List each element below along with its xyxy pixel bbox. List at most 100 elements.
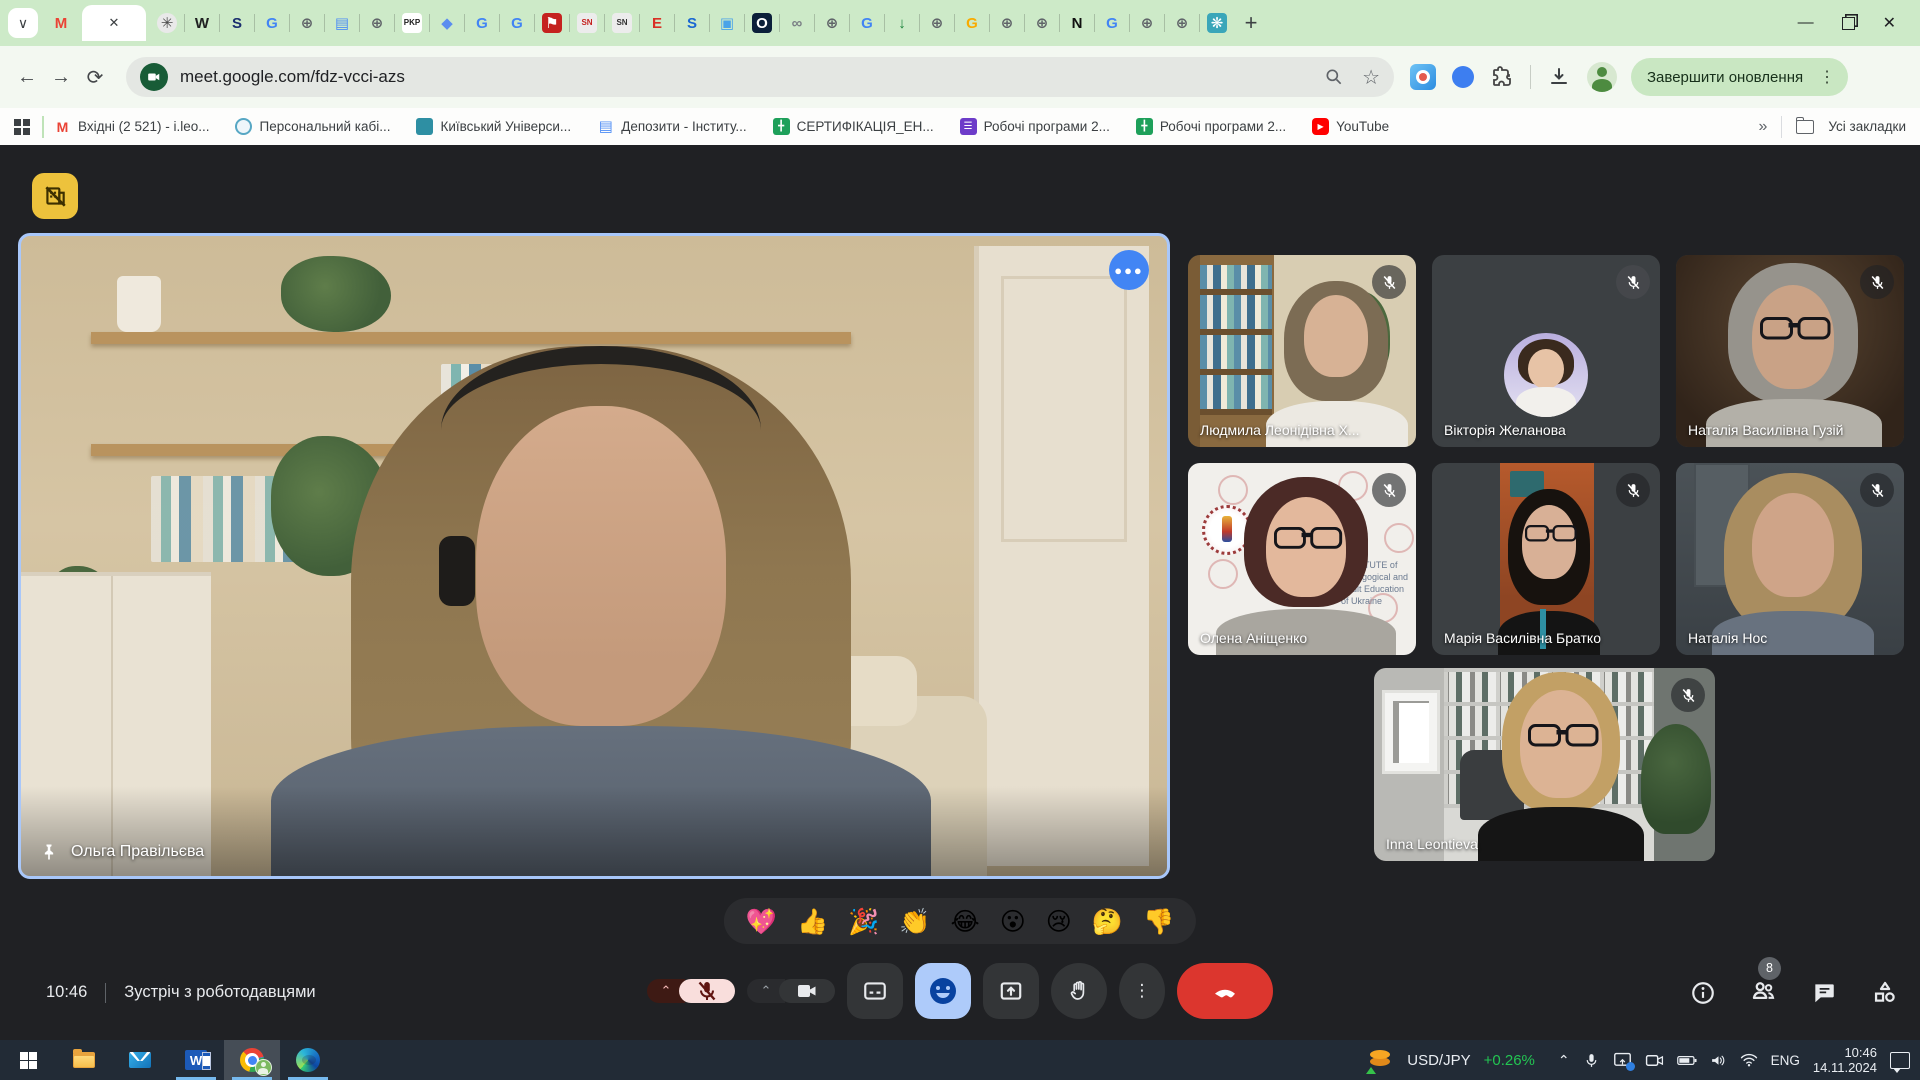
bookmark-item[interactable]: ☰Робочі програми 2...	[960, 118, 1110, 135]
bookmark-item[interactable]: Персональний кабі...	[235, 118, 390, 135]
ticker-pair[interactable]: USD/JPY	[1407, 1052, 1470, 1069]
pinned-tab-flower-teal[interactable]: ❋	[1200, 8, 1234, 38]
back-button[interactable]: ←	[10, 60, 44, 94]
new-tab-button[interactable]: +	[1234, 8, 1268, 38]
pinned-tab-sn-red[interactable]: SN	[570, 8, 604, 38]
bookmark-item[interactable]: MВхідні (2 521) - i.leo...	[54, 118, 209, 135]
action-center-icon[interactable]	[1890, 1052, 1910, 1069]
pinned-tab-site-globe[interactable]: ⊕	[815, 8, 849, 38]
pinned-tab-google[interactable]: G	[850, 8, 884, 38]
pinned-tab-elsevier[interactable]: E	[640, 8, 674, 38]
tab-search-button[interactable]: ∨	[8, 8, 38, 38]
pinned-tab-n-black[interactable]: N	[1060, 8, 1094, 38]
extensions-puzzle-icon[interactable]	[1490, 65, 1514, 89]
participant-tile[interactable]: Наталія Нос	[1676, 463, 1904, 655]
screen-recorder-extension-icon[interactable]	[1410, 64, 1436, 90]
pinned-tab-sn-dark[interactable]: SN	[605, 8, 639, 38]
activities-icon[interactable]	[1871, 979, 1898, 1006]
reaction-emoji-button[interactable]: 😢	[1046, 909, 1072, 934]
pinned-tab-site-globe[interactable]: ⊕	[360, 8, 394, 38]
pinned-tab-docs[interactable]: ▤	[325, 8, 359, 38]
reaction-emoji-button[interactable]: 👎	[1143, 909, 1174, 934]
info-icon[interactable]	[1690, 980, 1716, 1006]
browser-menu-icon[interactable]: ⋮	[1813, 67, 1842, 87]
reaction-emoji-button[interactable]: 🤔	[1092, 909, 1123, 934]
reaction-emoji-button[interactable]: 🎉	[848, 909, 879, 934]
pinned-tab-site-globe[interactable]: ⊕	[1165, 8, 1199, 38]
zoom-icon[interactable]	[1324, 67, 1344, 87]
pinned-tab-scopus[interactable]: S	[220, 8, 254, 38]
participant-tile[interactable]: Inna Leontieva	[1374, 668, 1715, 861]
end-call-button[interactable]	[1177, 963, 1273, 1019]
tray-mic-icon[interactable]	[1583, 1052, 1600, 1069]
more-options-button[interactable]: ⋮	[1119, 963, 1165, 1019]
pinned-tab-google[interactable]: G	[255, 8, 289, 38]
chat-icon[interactable]	[1811, 980, 1837, 1006]
pinned-tab-site-globe[interactable]: ⊕	[990, 8, 1024, 38]
pinned-tab-site-globe[interactable]: ⊕	[1025, 8, 1059, 38]
pinned-tab-google[interactable]: G	[465, 8, 499, 38]
tray-cast-icon[interactable]	[1613, 1052, 1632, 1069]
participant-tile[interactable]: Марія Василівна Братко	[1432, 463, 1660, 655]
reaction-emoji-button[interactable]: 😮	[1000, 909, 1026, 934]
finish-update-button[interactable]: Завершити оновлення ⋮	[1631, 58, 1848, 96]
bookmark-item[interactable]: ▶YouTube	[1312, 118, 1389, 135]
reload-button[interactable]: ⟳	[78, 60, 112, 94]
reaction-emoji-button[interactable]: 💖	[746, 909, 777, 934]
participant-tile[interactable]: Наталія Василівна Гузій	[1676, 255, 1904, 447]
all-bookmarks-label[interactable]: Усі закладки	[1828, 119, 1906, 134]
tray-wifi-icon[interactable]	[1740, 1053, 1758, 1067]
pinned-tab-photos[interactable]: ▣	[710, 8, 744, 38]
pinned-tab-wikipedia[interactable]: W	[185, 8, 219, 38]
pinned-tab-site-globe[interactable]: ⊕	[290, 8, 324, 38]
edge-button[interactable]	[280, 1040, 336, 1080]
pinned-tab-google[interactable]: G	[1095, 8, 1129, 38]
mic-toggle-button[interactable]	[679, 979, 735, 1003]
pinned-tab-academy-red[interactable]: ⚑	[535, 8, 569, 38]
captions-button[interactable]	[847, 963, 903, 1019]
participant-tile[interactable]: Людмила Леонідівна Х...	[1188, 255, 1416, 447]
start-button[interactable]	[0, 1040, 56, 1080]
pinned-tab-journal-s-blue[interactable]: S	[675, 8, 709, 38]
pinned-tab-gmail[interactable]: M	[44, 8, 78, 38]
pinned-tab-google[interactable]: G	[500, 8, 534, 38]
pinned-tab-link[interactable]: ∞	[780, 8, 814, 38]
downloads-icon[interactable]	[1547, 65, 1571, 89]
tile-options-button[interactable]: ●●●	[1109, 250, 1149, 290]
active-tab-meet-active[interactable]: ✕	[82, 5, 146, 41]
main-video-tile[interactable]: ●●● Ольга Правільєва	[18, 233, 1170, 879]
people-panel-button[interactable]: 8	[1750, 977, 1777, 1009]
bookmarks-overflow-button[interactable]: »	[1758, 118, 1767, 136]
restore-button[interactable]	[1842, 17, 1855, 30]
reaction-emoji-button[interactable]: 😂	[950, 909, 979, 934]
word-button[interactable]: W	[168, 1040, 224, 1080]
chrome-button[interactable]	[224, 1040, 280, 1080]
reaction-emoji-button[interactable]: 👍	[797, 909, 828, 934]
address-bar[interactable]: meet.google.com/fdz-vcci-azs ☆	[126, 57, 1394, 97]
apps-grid-icon[interactable]	[14, 119, 30, 135]
tray-volume-icon[interactable]	[1710, 1053, 1727, 1068]
bookmark-item[interactable]: ╋СЕРТИФІКАЦІЯ_ЕН...	[773, 118, 934, 135]
profile-avatar[interactable]	[1587, 62, 1617, 92]
reactions-button[interactable]	[915, 963, 971, 1019]
tray-expand-chevron[interactable]: ⌃	[1558, 1052, 1570, 1069]
participant-tile[interactable]: Вікторія Желанова	[1432, 255, 1660, 447]
bookmark-item[interactable]: Київський Універси...	[416, 118, 571, 135]
pinned-tab-pkp[interactable]: PKP	[395, 8, 429, 38]
reaction-emoji-button[interactable]: 👏	[899, 909, 930, 934]
forward-button[interactable]: →	[44, 60, 78, 94]
pinned-tab-download-green[interactable]: ↓	[885, 8, 919, 38]
bookmark-star-icon[interactable]: ☆	[1362, 65, 1380, 90]
ticker-change[interactable]: +0.26%	[1484, 1052, 1535, 1069]
pinned-tab-chatgpt[interactable]: ✳	[150, 8, 184, 38]
pinned-tab-o-navy[interactable]: O	[745, 8, 779, 38]
present-button[interactable]	[983, 963, 1039, 1019]
close-button[interactable]: ✕	[1883, 13, 1896, 33]
bookmark-item[interactable]: ▤Депозити - Інститу...	[597, 118, 746, 135]
taskbar-clock[interactable]: 10:46 14.11.2024	[1813, 1045, 1877, 1075]
pinned-tab-site-globe[interactable]: ⊕	[1130, 8, 1164, 38]
tray-camera-icon[interactable]	[1645, 1053, 1664, 1068]
pinned-tab-google[interactable]: G	[955, 8, 989, 38]
minimize-button[interactable]: —	[1798, 14, 1814, 32]
file-explorer-button[interactable]	[56, 1040, 112, 1080]
